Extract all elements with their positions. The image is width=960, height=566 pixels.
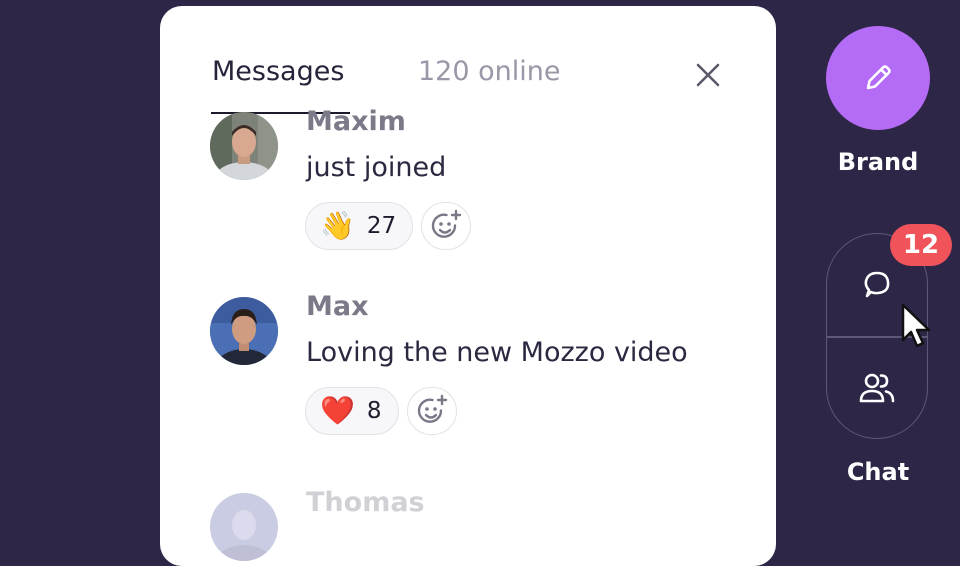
close-icon (696, 63, 720, 87)
notification-badge: 12 (890, 224, 952, 266)
chat-label: Chat (846, 458, 910, 486)
waving-hand-emoji: 👋 (320, 209, 355, 242)
avatar[interactable] (210, 297, 278, 365)
avatar[interactable] (210, 112, 278, 180)
add-reaction-icon (431, 209, 462, 238)
people-icon (859, 373, 895, 403)
add-reaction-button[interactable] (406, 387, 457, 435)
chat-bubble-icon (864, 271, 890, 298)
message-text: just joined (306, 152, 447, 183)
reaction-button[interactable]: ❤️ 8 (305, 387, 399, 435)
pencil-icon (866, 65, 891, 90)
tab-online[interactable]: 120 online (418, 56, 560, 87)
mouse-pointer-icon (901, 303, 931, 348)
tab-messages[interactable]: Messages (212, 56, 344, 87)
brand-button[interactable] (826, 26, 930, 130)
message-text: Loving the new Mozzo video (306, 337, 688, 368)
reaction-count: 8 (366, 398, 382, 424)
reaction-count: 27 (366, 213, 397, 239)
add-reaction-button[interactable] (421, 202, 472, 250)
red-heart-emoji: ❤️ (320, 394, 355, 427)
people-button[interactable] (827, 338, 927, 438)
add-reaction-icon (417, 394, 447, 423)
sender-name: Maxim (306, 106, 406, 137)
sender-name: Max (306, 291, 369, 322)
reactions-row: ❤️ 8 (305, 387, 457, 435)
reactions-row: 👋 27 (305, 202, 472, 250)
brand-label: Brand (837, 148, 919, 176)
reaction-button[interactable]: 👋 27 (305, 202, 414, 250)
chat-panel: Messages 120 online Maxim just joined 👋 … (160, 6, 776, 566)
avatar[interactable] (210, 493, 278, 561)
sender-name: Thomas (306, 487, 425, 518)
close-button[interactable] (694, 61, 722, 89)
